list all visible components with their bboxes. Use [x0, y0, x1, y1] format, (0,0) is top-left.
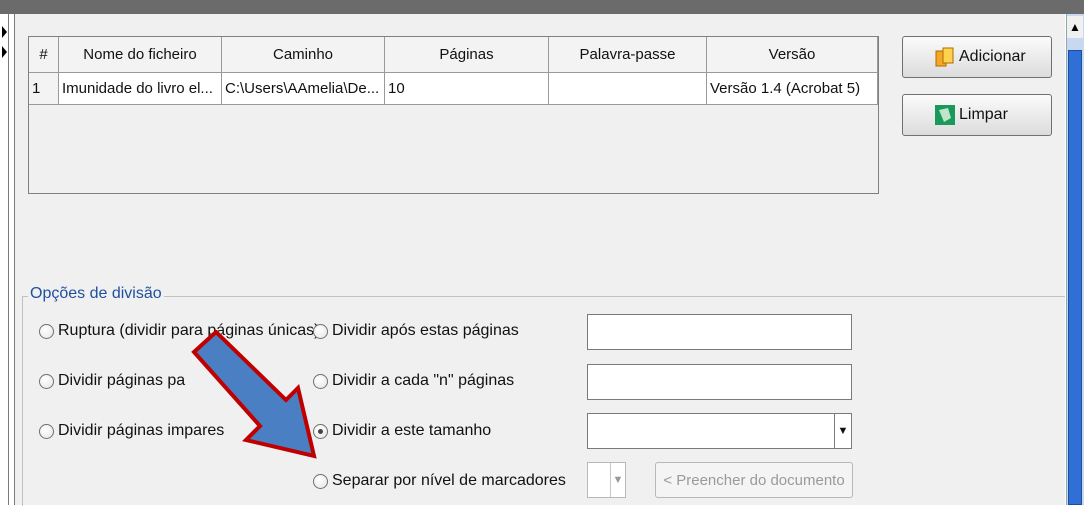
after-pages-input[interactable]: [587, 314, 852, 350]
window-top-border: [0, 0, 1084, 14]
table-cell-filename[interactable]: Imunidade do livro el...: [59, 73, 222, 105]
radio-every-n-circle[interactable]: [313, 373, 328, 389]
left-frame-line-inner: [14, 14, 15, 505]
radio-odd-pages[interactable]: Dividir páginas impares: [39, 420, 224, 442]
radio-burst-label: Ruptura (dividir para páginas únicas): [58, 322, 320, 339]
radio-even-pages[interactable]: Dividir páginas pa: [39, 370, 185, 392]
table-cell-path[interactable]: C:\Users\AAmelia\De...: [222, 73, 385, 105]
radio-every-n-label: Dividir a cada "n" páginas: [332, 372, 515, 389]
radio-after-pages[interactable]: Dividir após estas páginas: [313, 320, 519, 342]
radio-by-size-label: Dividir a este tamanho: [332, 422, 492, 439]
add-button[interactable]: Adicionar: [902, 36, 1052, 78]
column-header-filename[interactable]: Nome do ficheiro: [59, 37, 222, 73]
scroll-up-icon[interactable]: ▲: [1067, 16, 1083, 38]
radio-odd-circle[interactable]: [39, 423, 54, 439]
add-button-label: Adicionar: [959, 48, 1026, 65]
column-header-pages[interactable]: Páginas: [385, 37, 549, 73]
radio-burst[interactable]: Ruptura (dividir para páginas únicas): [39, 320, 319, 342]
bookmark-level-select[interactable]: ▼: [587, 462, 626, 498]
clear-button[interactable]: Limpar: [902, 94, 1052, 136]
radio-odd-label: Dividir páginas impares: [58, 422, 225, 439]
table-row-index[interactable]: 1: [29, 73, 59, 105]
chevron-down-icon[interactable]: ▼: [610, 463, 625, 497]
chevron-down-icon[interactable]: ▼: [834, 414, 851, 448]
radio-by-size[interactable]: Dividir a este tamanho: [313, 420, 491, 442]
radio-even-circle[interactable]: [39, 373, 54, 389]
radio-bookmark-circle[interactable]: [313, 473, 328, 489]
scrollbar-thumb[interactable]: [1068, 50, 1082, 505]
file-table[interactable]: # Nome do ficheiro Caminho Páginas Palav…: [28, 36, 879, 194]
collapse-handle-icon[interactable]: [0, 22, 10, 62]
table-cell-password[interactable]: [549, 73, 707, 105]
radio-burst-circle[interactable]: [39, 323, 54, 339]
radio-after-circle[interactable]: [313, 323, 328, 339]
radio-after-label: Dividir após estas páginas: [332, 322, 519, 339]
add-files-icon: [935, 47, 954, 67]
radio-even-label: Dividir páginas pa: [58, 372, 186, 389]
fill-from-document-button[interactable]: < Preencher do documento: [655, 462, 853, 498]
table-cell-version[interactable]: Versão 1.4 (Acrobat 5): [707, 73, 878, 105]
size-select[interactable]: ▼: [587, 413, 852, 449]
radio-bookmark-label: Separar por nível de marcadores: [332, 472, 566, 489]
column-header-index[interactable]: #: [29, 37, 59, 73]
every-n-input[interactable]: [587, 364, 852, 400]
split-options-title: Opções de divisão: [28, 285, 164, 303]
radio-by-size-circle[interactable]: [313, 423, 328, 439]
column-header-version[interactable]: Versão: [707, 37, 878, 73]
column-header-password[interactable]: Palavra-passe: [549, 37, 707, 73]
radio-by-bookmark[interactable]: Separar por nível de marcadores: [313, 470, 566, 492]
radio-every-n[interactable]: Dividir a cada "n" páginas: [313, 370, 514, 392]
column-header-path[interactable]: Caminho: [222, 37, 385, 73]
table-cell-pages[interactable]: 10: [385, 73, 549, 105]
left-frame-line: [8, 14, 9, 505]
broom-icon: [935, 105, 955, 125]
clear-button-label: Limpar: [959, 106, 1008, 123]
